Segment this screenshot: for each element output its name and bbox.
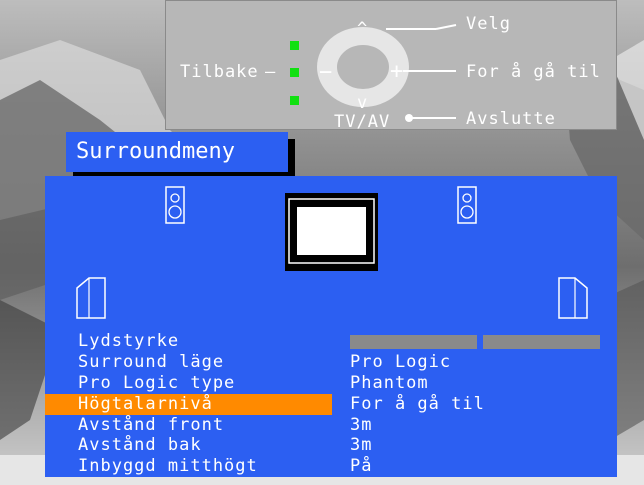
volume-bar-right[interactable] xyxy=(483,335,600,349)
row-value: Phantom xyxy=(350,373,429,393)
row-label: Surround läge xyxy=(78,352,225,372)
row-value: 3m xyxy=(350,415,373,435)
row-label: Högtalarnivå xyxy=(78,394,213,414)
row-label: Pro Logic type xyxy=(78,373,236,393)
speaker-front-right-icon xyxy=(457,186,477,224)
speaker-rear-right-icon xyxy=(558,277,588,319)
tvav-label: TV/AV xyxy=(334,112,391,132)
row-label: Avstånd bak xyxy=(78,435,202,455)
speaker-front-left-icon xyxy=(165,186,185,224)
row-label: Inbyggd mitthögt xyxy=(78,456,258,476)
menu-row-speaker-level[interactable]: Högtalarnivå For å gå til xyxy=(45,394,617,415)
row-label: Avstånd front xyxy=(78,415,225,435)
menu-row-volume[interactable]: Lydstyrke xyxy=(45,331,617,352)
row-value: På xyxy=(350,456,373,476)
menu-row-front-distance[interactable]: Avstånd front 3m xyxy=(45,415,617,436)
menu-row-pro-logic-type[interactable]: Pro Logic type Phantom xyxy=(45,373,617,394)
menu-row-built-in-center[interactable]: Inbyggd mitthögt På xyxy=(45,456,617,477)
menu-row-rear-distance[interactable]: Avstånd bak 3m xyxy=(45,435,617,455)
row-value: 3m xyxy=(350,435,373,455)
volume-bar-left[interactable] xyxy=(350,335,477,349)
remote-help-panel: Tilbake – ^ v − + Velg For å gå til TV/A… xyxy=(165,0,617,132)
row-label: Lydstyrke xyxy=(78,331,180,351)
row-value: For å gå til xyxy=(350,394,485,414)
continue-label: For å gå til xyxy=(466,62,601,82)
surround-menu-panel: Lydstyrke Surround läge Pro Logic Pro Lo… xyxy=(45,176,617,456)
select-label: Velg xyxy=(466,14,511,34)
menu-title: Surroundmeny xyxy=(66,132,288,172)
exit-label: Avslutte xyxy=(466,109,556,129)
row-value: Pro Logic xyxy=(350,352,452,372)
speaker-rear-left-icon xyxy=(76,277,106,319)
menu-row-surround-mode[interactable]: Surround läge Pro Logic xyxy=(45,352,617,373)
tv-icon xyxy=(285,193,378,271)
